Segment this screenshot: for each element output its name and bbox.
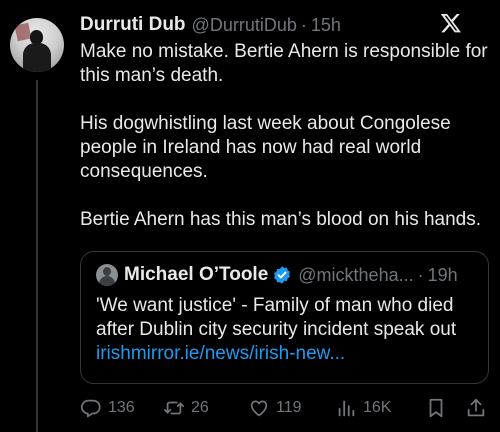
author-handle[interactable]: @DurrutiDub [192,15,297,36]
separator-dot: · [300,14,307,35]
views-icon [338,400,355,417]
share-button[interactable] [465,394,487,422]
views-count: 16K [363,399,392,416]
post-header: Durruti Dub @DurrutiDub · 15h [80,13,500,37]
share-icon [467,398,485,417]
avatar-figure-head [30,30,43,44]
thread-line [36,80,38,432]
quoted-post-timestamp[interactable]: 19h [428,265,458,286]
post-text: Make no mistake. Bertie Ahern is respons… [80,40,495,256]
reply-button[interactable]: 136 [80,394,135,422]
avatar-figure-body [23,43,51,72]
author-name[interactable]: Durruti Dub [80,14,186,36]
bookmark-button[interactable] [425,394,447,422]
action-bar: 136 26 119 16K [80,394,495,422]
quoted-author-name[interactable]: Michael O’Toole [124,264,268,286]
like-count: 119 [276,399,302,416]
repost-button[interactable]: 26 [163,394,209,422]
reply-icon [80,399,101,418]
quoted-post-header: Michael O’Toole @micktheha... · 19h [96,264,458,286]
quoted-author-handle[interactable]: @micktheha... [298,265,413,286]
post-paragraph: Make no mistake. Bertie Ahern is respons… [80,41,488,86]
repost-icon [163,401,185,415]
x-logo-icon [440,14,461,33]
views-button[interactable]: 16K [335,394,391,422]
bookmark-icon [429,398,443,418]
separator-dot: · [417,264,424,285]
quoted-post-link[interactable]: irishmirror.ie/news/irish-new... [96,343,345,364]
avatar-flag [14,22,32,42]
author-avatar[interactable] [10,18,64,72]
quoted-post-body: 'We want justice' - Family of man who di… [96,295,457,340]
reply-count: 136 [108,399,135,416]
post-paragraph: His dogwhistling last week about Congole… [80,113,451,182]
repost-count: 26 [191,399,209,416]
like-button[interactable]: 119 [248,394,302,422]
quoted-post-card[interactable]: Michael O’Toole @micktheha... · 19h 'We … [80,251,489,384]
post-paragraph: Bertie Ahern has this man’s blood on his… [80,209,482,230]
quoted-author-avatar[interactable] [96,264,118,286]
post-timestamp[interactable]: 15h [311,15,341,36]
quoted-post-text: 'We want justice' - Family of man who di… [96,294,481,366]
heart-icon [250,400,268,417]
verified-badge-icon [274,266,291,284]
